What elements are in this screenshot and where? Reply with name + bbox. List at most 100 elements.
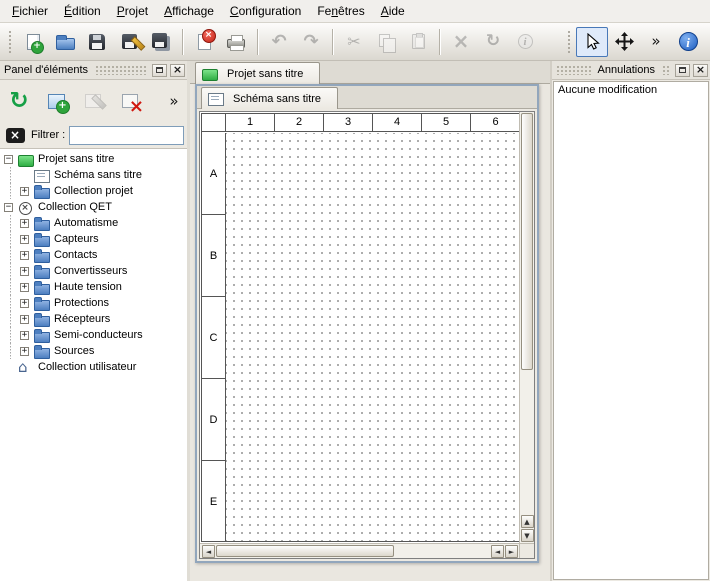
panel-overflow-button[interactable] — [159, 85, 189, 117]
tree-guide — [4, 279, 20, 295]
pan-mode-button[interactable] — [608, 27, 640, 57]
expand-toggle[interactable]: + — [20, 251, 29, 260]
elements-panel-titlebar[interactable]: Panel d'éléments — [0, 61, 187, 80]
expand-toggle[interactable]: + — [20, 267, 29, 276]
vertical-scroll-thumb[interactable] — [521, 113, 533, 370]
toolbar-handle[interactable] — [567, 30, 572, 54]
dock-grip[interactable] — [95, 65, 147, 75]
expand-toggle[interactable]: + — [20, 331, 29, 340]
horizontal-scroll-thumb[interactable] — [216, 545, 394, 557]
scroll-down-button[interactable] — [521, 529, 534, 542]
new-document-button[interactable] — [17, 27, 49, 57]
scroll-up-button[interactable] — [521, 515, 534, 528]
folder-icon — [34, 297, 50, 310]
scroll-left-button[interactable] — [202, 545, 215, 558]
tree-item-contacts[interactable]: + Contacts — [0, 247, 187, 263]
expand-toggle[interactable]: + — [20, 283, 29, 292]
collapse-toggle[interactable]: − — [4, 203, 13, 212]
close-file-button[interactable] — [188, 27, 220, 57]
cut-button — [338, 27, 370, 57]
tree-item-recepteurs[interactable]: +Récepteurs — [0, 311, 187, 327]
horizontal-scrollbar[interactable] — [200, 543, 519, 558]
tree-item-collection-projet[interactable]: +Collection projet — [0, 183, 187, 199]
project-icon — [18, 153, 34, 166]
menu-item-fichier[interactable]: Fichier — [4, 0, 56, 22]
schema-canvas[interactable] — [226, 133, 519, 541]
select-mode-button[interactable] — [576, 27, 608, 57]
toolbar-handle[interactable] — [8, 30, 13, 54]
schema-icon — [208, 92, 224, 105]
toolbar-overflow-button[interactable] — [640, 27, 672, 57]
ruler-row-label: B — [202, 215, 225, 297]
tree-item-protections[interactable]: +Protections — [0, 295, 187, 311]
edit-element-button — [78, 85, 108, 117]
close-dock-button[interactable] — [170, 64, 185, 77]
undo-list-item[interactable]: Aucune modification — [554, 82, 708, 99]
tree-item-semi-conducteurs[interactable]: +Semi-conducteurs — [0, 327, 187, 343]
tree-item-collection-utilisateur[interactable]: Collection utilisateur — [0, 359, 187, 375]
tab-schema-sans-titre[interactable]: Schéma sans titre — [201, 87, 338, 109]
expand-toggle[interactable]: + — [20, 299, 29, 308]
tree-item-schema-sans-titre[interactable]: Schéma sans titre — [0, 167, 187, 183]
delete-element-button[interactable] — [115, 85, 145, 117]
save-as-button[interactable] — [113, 27, 145, 57]
tree-item-collection-qet[interactable]: −Collection QET — [0, 199, 187, 215]
collapse-toggle[interactable]: − — [4, 155, 13, 164]
scroll-left-button-2[interactable] — [491, 545, 504, 558]
tree-item-label: Contacts — [54, 249, 97, 261]
open-document-button[interactable] — [49, 27, 81, 57]
info-blue-icon — [679, 32, 698, 51]
page-new-icon — [27, 34, 40, 50]
print-button[interactable] — [220, 27, 252, 57]
vertical-scrollbar[interactable] — [519, 112, 534, 543]
tree-item-projet-sans-titre[interactable]: − Projet sans titre — [0, 151, 187, 167]
close-icon — [173, 64, 182, 76]
menu-item-affichage[interactable]: Affichage — [156, 0, 222, 22]
menu-item-aide[interactable]: Aide — [373, 0, 413, 22]
filter-clear-icon — [6, 128, 25, 143]
menu-item-projet[interactable]: Projet — [109, 0, 156, 22]
expand-toggle[interactable]: + — [20, 347, 29, 356]
folder-icon — [34, 281, 50, 294]
tree-item-haute-tension[interactable]: +Haute tension — [0, 279, 187, 295]
new-element-button[interactable] — [41, 85, 71, 117]
menu-item-configuration[interactable]: Configuration — [222, 0, 309, 22]
undo-panel-titlebar[interactable]: Annulations — [552, 61, 710, 80]
close-dock-button[interactable] — [693, 64, 708, 77]
ruler-column-label: 4 — [373, 114, 422, 131]
scrollbar-corner — [519, 543, 534, 558]
menu-item-edition[interactable]: Édition — [56, 0, 109, 22]
menu-item-fenetres[interactable]: Fenêtres — [309, 0, 372, 22]
dock-grip[interactable] — [662, 65, 670, 75]
copy-button — [370, 27, 402, 57]
float-dock-button[interactable] — [152, 64, 167, 77]
expand-toggle[interactable]: + — [20, 219, 29, 228]
tab-projet-sans-titre[interactable]: Projet sans titre — [195, 62, 320, 84]
ruler-column-label: 1 — [226, 114, 275, 131]
filter-clear-button[interactable] — [3, 126, 27, 144]
tree-item-sources[interactable]: +Sources — [0, 343, 187, 359]
tree-item-label: Projet sans titre — [38, 153, 114, 165]
dock-grip[interactable] — [556, 65, 591, 75]
about-qet-button[interactable] — [672, 27, 704, 57]
save-button[interactable] — [81, 27, 113, 57]
printer-icon — [227, 39, 245, 48]
expand-toggle[interactable]: + — [20, 187, 29, 196]
expand-toggle[interactable]: + — [20, 235, 29, 244]
toolbar-sep — [439, 29, 440, 55]
scroll-right-button[interactable] — [505, 545, 518, 558]
save-all-button[interactable] — [145, 27, 177, 57]
undo-arrow-icon — [271, 33, 286, 51]
undo-button — [263, 27, 295, 57]
tree-item-capteurs[interactable]: +Capteurs — [0, 231, 187, 247]
filter-input[interactable] — [69, 126, 184, 145]
tree-item-automatisme[interactable]: +Automatisme — [0, 215, 187, 231]
tree-item-convertisseurs[interactable]: +Convertisseurs — [0, 263, 187, 279]
expand-toggle[interactable]: + — [20, 315, 29, 324]
ruler-column-label: 3 — [324, 114, 373, 131]
folder-icon — [34, 185, 50, 198]
folder-icon — [34, 313, 50, 326]
redo-button — [295, 27, 327, 57]
reload-collections-button[interactable] — [4, 85, 34, 117]
float-dock-button[interactable] — [675, 64, 690, 77]
